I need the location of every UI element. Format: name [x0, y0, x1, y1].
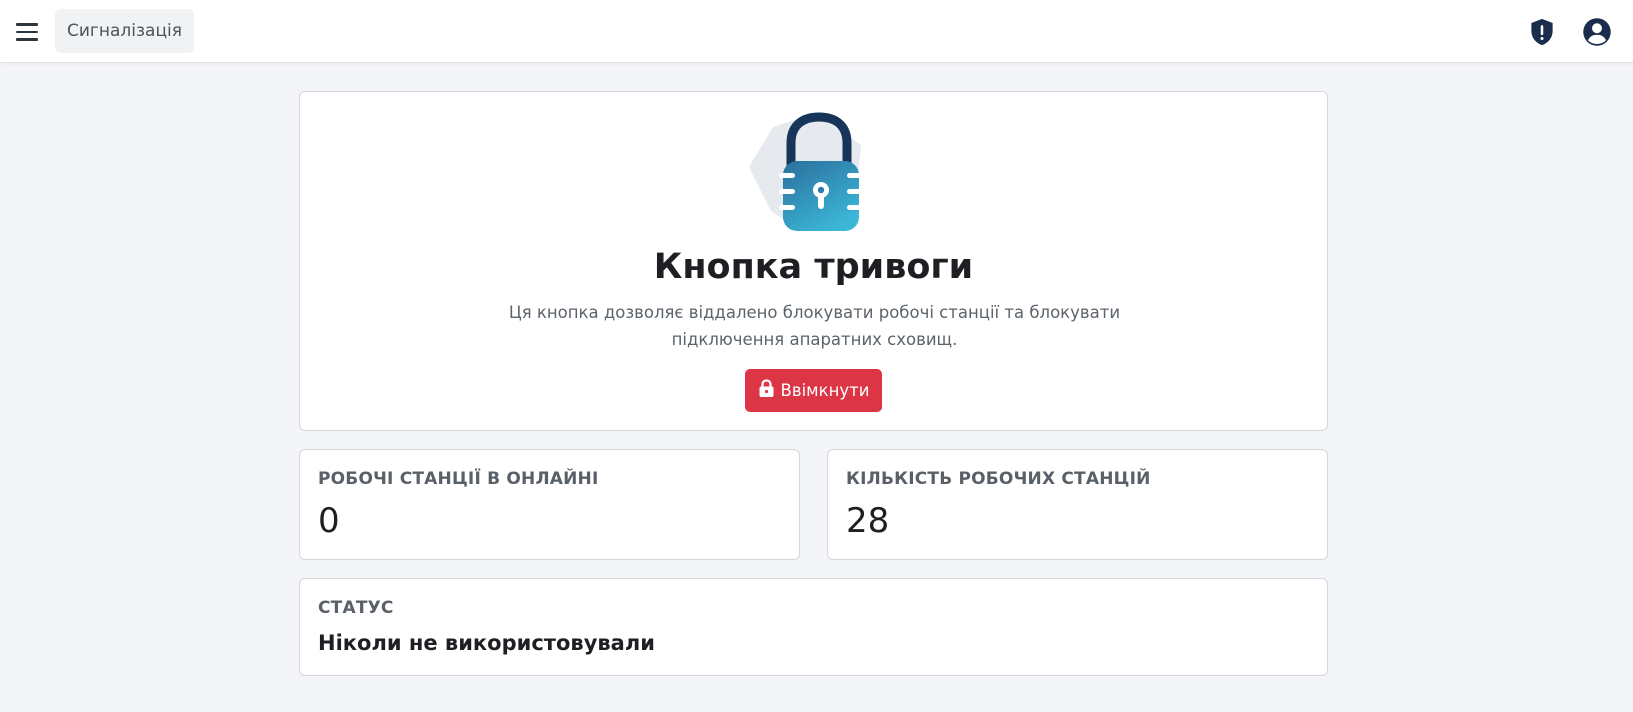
menu-icon[interactable]: [12, 18, 42, 46]
shield-alert-icon[interactable]: [1527, 17, 1557, 47]
user-circle-icon[interactable]: [1582, 17, 1612, 47]
status-value: Ніколи не використовували: [318, 631, 655, 655]
status-card: СТАТУС Ніколи не використовували: [299, 578, 1328, 676]
panic-button-card: Кнопка тривоги Ця кнопка дозволяє віддал…: [299, 91, 1328, 431]
app-name-chip[interactable]: Сигналізація: [55, 9, 194, 53]
padlock-icon: [743, 107, 883, 239]
lock-icon: [758, 379, 775, 402]
total-workstations-label: КІЛЬКІСТЬ РОБОЧИХ СТАНЦІЙ: [846, 469, 1151, 489]
total-workstations-card: КІЛЬКІСТЬ РОБОЧИХ СТАНЦІЙ 28: [827, 449, 1328, 560]
online-workstations-value: 0: [318, 501, 340, 541]
page-description: Ця кнопка дозволяє віддалено блокувати р…: [508, 303, 1121, 349]
top-bar: Сигналізація: [0, 0, 1633, 63]
app-name: Сигналізація: [67, 21, 182, 41]
page-title: Кнопка тривоги: [653, 247, 974, 287]
activate-button-label: Ввімкнути: [780, 381, 870, 400]
online-workstations-card: РОБОЧІ СТАНЦІЇ В ОНЛАЙНІ 0: [299, 449, 800, 560]
online-workstations-label: РОБОЧІ СТАНЦІЇ В ОНЛАЙНІ: [318, 469, 599, 489]
total-workstations-value: 28: [846, 501, 890, 541]
status-label: СТАТУС: [318, 598, 394, 618]
activate-button[interactable]: Ввімкнути: [745, 369, 882, 412]
